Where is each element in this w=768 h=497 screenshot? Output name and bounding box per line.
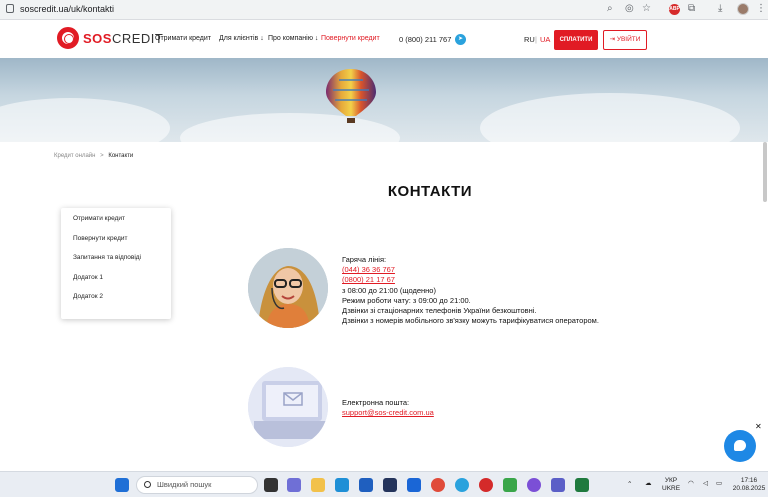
telegram-icon[interactable]: ➤ bbox=[455, 34, 466, 45]
windows-taskbar: Швидкий пошук ⌃ ☁ УКР UKRE ◠ ◁ ▭ 17:16 20.… bbox=[0, 471, 768, 497]
profile-avatar[interactable] bbox=[737, 3, 749, 15]
login-label: УВІЙТИ bbox=[616, 36, 641, 43]
header-phone[interactable]: 0 (800) 211 767 bbox=[399, 35, 451, 44]
hotline-heading: Гаряча лінія: bbox=[342, 255, 387, 264]
site-logo[interactable]: SOSCREDIT bbox=[57, 27, 163, 49]
email-info: Електронна пошта: support@sos-credit.com… bbox=[342, 398, 434, 418]
breadcrumb-separator: > bbox=[100, 153, 104, 159]
side-menu-get-credit[interactable]: Отримати кредит bbox=[73, 215, 125, 222]
utorrent-icon[interactable] bbox=[503, 478, 517, 492]
page-scrollbar[interactable] bbox=[763, 142, 767, 202]
site-header: SOSCREDIT Отримати кредит Для клієнтів ↓… bbox=[0, 20, 768, 58]
clock-time: 17:16 bbox=[740, 477, 758, 484]
bookmark-star-icon[interactable]: ☆ bbox=[642, 3, 651, 14]
support-email-link[interactable]: support@sos-credit.com.ua bbox=[342, 408, 434, 417]
site-info-icon[interactable] bbox=[6, 4, 14, 13]
side-menu-faq[interactable]: Запитання та відповіді bbox=[73, 254, 141, 261]
extensions-icon[interactable]: ⧉ bbox=[688, 3, 695, 14]
battery-icon[interactable]: ▭ bbox=[716, 480, 722, 488]
telegram-taskbar-icon[interactable] bbox=[455, 478, 469, 492]
login-button[interactable]: ⇥ УВІЙТИ bbox=[603, 30, 647, 50]
breadcrumb-home[interactable]: Кредит онлайн bbox=[54, 153, 95, 159]
windows-start-icon[interactable] bbox=[115, 478, 129, 492]
support-operator-photo bbox=[248, 248, 328, 328]
eye-off-icon[interactable]: ◎ bbox=[625, 3, 634, 14]
side-menu-repay-credit[interactable]: Повернути кредит bbox=[73, 235, 127, 242]
hotline-note-landline: Дзвінки зі стаціонарних телефонів Україн… bbox=[342, 306, 537, 316]
search-icon bbox=[144, 481, 151, 488]
address-bar[interactable]: soscredit.ua/uk/kontakti bbox=[20, 4, 114, 14]
excel-icon[interactable] bbox=[575, 478, 589, 492]
hotline-note-mobile: Дзвінки з номерів мобільного зв'язку мож… bbox=[342, 316, 599, 326]
hot-air-balloon-image bbox=[326, 69, 376, 123]
nav-for-clients[interactable]: Для клієнтів ↓ bbox=[219, 35, 264, 42]
widgets-icon[interactable] bbox=[287, 478, 301, 492]
page-title: КОНТАКТИ bbox=[387, 183, 473, 200]
input-language[interactable]: УКР UKRE bbox=[662, 477, 680, 493]
breadcrumb-current: Контакти bbox=[108, 153, 134, 159]
pay-button[interactable]: СПЛАТИТИ bbox=[554, 30, 598, 50]
volume-icon[interactable]: ◁ bbox=[703, 480, 708, 488]
viber-icon[interactable] bbox=[527, 478, 541, 492]
input-language-bottom: UKRE bbox=[662, 485, 681, 492]
tray-chevron-icon[interactable]: ⌃ bbox=[627, 481, 632, 489]
download-icon[interactable]: ⤓ bbox=[718, 3, 722, 14]
side-menu: Отримати кредит Повернути кредит Запитан… bbox=[61, 208, 171, 319]
taskbar-search[interactable]: Швидкий пошук bbox=[136, 476, 258, 494]
lang-separator: | bbox=[535, 35, 537, 44]
search-icon[interactable]: ⌕ bbox=[607, 3, 613, 14]
email-illustration bbox=[248, 367, 328, 447]
task-view-icon[interactable] bbox=[264, 478, 278, 492]
email-heading: Електронна пошта: bbox=[342, 398, 410, 407]
taskbar-search-placeholder: Швидкий пошук bbox=[157, 480, 212, 489]
chat-hours: Режим роботи чату: з 09:00 до 21:00. bbox=[342, 295, 471, 305]
lang-ua[interactable]: UA bbox=[540, 35, 550, 44]
wifi-icon[interactable]: ◠ bbox=[688, 480, 694, 488]
side-menu-appendix-2[interactable]: Додаток 2 bbox=[73, 293, 103, 300]
store-icon[interactable] bbox=[359, 478, 373, 492]
hero-banner bbox=[0, 58, 768, 142]
dropbox-icon[interactable] bbox=[407, 478, 421, 492]
hotline-phone-1[interactable]: (044) 36 36 767 bbox=[342, 265, 395, 274]
nav-get-credit[interactable]: Отримати кредит bbox=[155, 35, 211, 42]
chat-widget-button[interactable] bbox=[724, 430, 756, 462]
nav-about-company[interactable]: Про компанію ↓ bbox=[268, 35, 318, 42]
cloud-icon[interactable]: ☁ bbox=[645, 480, 652, 488]
logo-sos: SOS bbox=[83, 30, 112, 46]
cloud-shape bbox=[0, 98, 170, 142]
opera-icon[interactable] bbox=[479, 478, 493, 492]
edge-icon[interactable] bbox=[335, 478, 349, 492]
nav-repay-credit[interactable]: Повернути кредит bbox=[321, 35, 380, 42]
chat-close-icon[interactable]: ✕ bbox=[755, 422, 762, 431]
login-icon: ⇥ bbox=[609, 36, 617, 43]
adblock-extension-icon[interactable]: ABP bbox=[669, 4, 680, 15]
side-menu-appendix-1[interactable]: Додаток 1 bbox=[73, 274, 103, 281]
lifebuoy-icon bbox=[57, 27, 79, 49]
breadcrumb: Кредит онлайн > Контакти bbox=[54, 153, 133, 159]
cloud-shape bbox=[480, 93, 740, 142]
browser-toolbar: soscredit.ua/uk/kontakti ⌕ ◎ ☆ ABP ⧉ ⤓ ⋮ bbox=[0, 0, 768, 20]
menu-kebab-icon[interactable]: ⋮ bbox=[756, 3, 766, 14]
hotline-phone-2[interactable]: (0800) 21 17 67 bbox=[342, 275, 395, 284]
hotline-info: Гаряча лінія: (044) 36 36 767 (0800) 21 … bbox=[342, 255, 599, 326]
app-l-icon[interactable] bbox=[383, 478, 397, 492]
file-explorer-icon[interactable] bbox=[311, 478, 325, 492]
input-language-top: УКР bbox=[664, 477, 678, 484]
clock-date: 20.08.2025 bbox=[732, 485, 766, 492]
hotline-hours: з 08:00 до 21:00 (щоденно) bbox=[342, 285, 436, 295]
clock[interactable]: 17:16 20.08.2025 bbox=[732, 477, 766, 493]
teams-icon[interactable] bbox=[551, 478, 565, 492]
chrome-icon[interactable] bbox=[431, 478, 445, 492]
lang-ru[interactable]: RU bbox=[524, 35, 535, 44]
